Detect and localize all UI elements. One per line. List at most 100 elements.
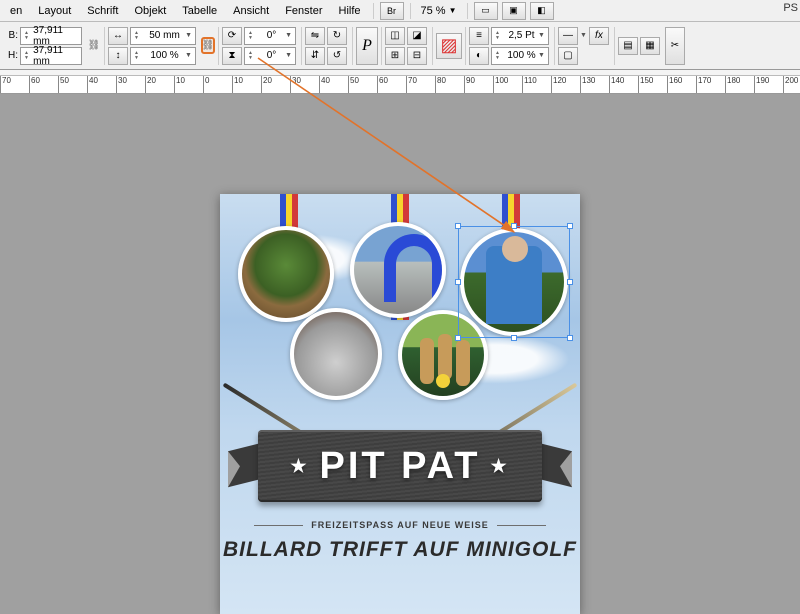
opacity-input[interactable]: ▲▼100 %▼ xyxy=(491,47,549,65)
chevron-down-icon: ▼ xyxy=(285,52,292,59)
shear-icon: ⧗ xyxy=(222,47,242,65)
menu-en[interactable]: en xyxy=(2,3,30,19)
no-fill-swatch[interactable]: ▨ xyxy=(436,33,462,59)
document-page[interactable]: ★PIT PAT★ FREIZEITSPASS AUF NEUE WEISE B… xyxy=(220,194,580,614)
handle[interactable] xyxy=(567,335,573,341)
flip-vertical-button[interactable]: ⇵ xyxy=(305,47,325,65)
chevron-down-icon: ▼ xyxy=(285,32,292,39)
photo-circle-1[interactable] xyxy=(238,226,334,322)
view-mode-button-1[interactable]: ▭ xyxy=(474,2,498,20)
chevron-down-icon: ▼ xyxy=(538,32,545,39)
ruler-tick: 130 xyxy=(580,76,595,94)
handle[interactable] xyxy=(511,335,517,341)
handle[interactable] xyxy=(567,279,573,285)
fill-frame-button[interactable]: ⊟ xyxy=(407,47,427,65)
stroke-weight-input[interactable]: ▲▼2,5 Pt▼ xyxy=(491,27,549,45)
title-banner: ★ PIT PAT ★ xyxy=(242,430,558,502)
stepper-icon: ▲▼ xyxy=(248,31,258,41)
rotate-icon: ⟳ xyxy=(222,27,242,45)
ruler-tick: 120 xyxy=(551,76,566,94)
photo-circle-2[interactable] xyxy=(350,222,446,318)
flyer-title: PIT PAT xyxy=(319,445,480,488)
ruler-tick: 50 xyxy=(58,76,69,94)
chevron-down-icon: ▼ xyxy=(449,6,457,15)
stepper-icon: ▲▼ xyxy=(134,51,144,61)
ruler-tick: 20 xyxy=(145,76,156,94)
select-content-button[interactable]: ◪ xyxy=(407,27,427,45)
constrain-proportions-scale[interactable]: ⛓ xyxy=(201,37,215,54)
menu-layout[interactable]: Layout xyxy=(30,3,79,19)
ps-label: PS xyxy=(783,2,798,14)
view-mode-button-3[interactable]: ◧ xyxy=(530,2,554,20)
zoom-dropdown[interactable]: 75 %▼ xyxy=(421,5,457,17)
separator xyxy=(218,27,219,65)
canvas[interactable]: ★PIT PAT★ FREIZEITSPASS AUF NEUE WEISE B… xyxy=(0,94,800,600)
separator xyxy=(554,27,555,65)
misc-group: —▼fx ▢ xyxy=(558,27,609,65)
handle[interactable] xyxy=(455,335,461,341)
width-value: 37,911 mm xyxy=(33,25,78,47)
opacity-value: 100 % xyxy=(507,50,535,61)
view-mode-button-2[interactable]: ▣ xyxy=(502,2,526,20)
menu-tabelle[interactable]: Tabelle xyxy=(174,3,225,19)
horizontal-ruler[interactable]: 7060504030201001020304050607080901001101… xyxy=(0,76,800,94)
scale-x-icon: ↔ xyxy=(108,27,128,45)
stroke-style-button[interactable]: — xyxy=(558,27,578,45)
rotate-ccw-button[interactable]: ↺ xyxy=(327,47,347,65)
crop-button[interactable]: ✂ xyxy=(665,27,685,65)
zoom-value: 75 % xyxy=(421,5,446,17)
text-wrap-bounding-button[interactable]: ▦ xyxy=(640,37,660,55)
separator xyxy=(410,3,411,19)
handle[interactable] xyxy=(567,223,573,229)
star-icon: ★ xyxy=(491,456,510,477)
control-toolbar: B: ▲▼37,911 mm H: ▲▼37,911 mm ⛓ ↔ ▲▼50 m… xyxy=(0,22,800,70)
menu-ansicht[interactable]: Ansicht xyxy=(225,3,277,19)
ruler-tick: 100 xyxy=(493,76,508,94)
paragraph-style-button[interactable]: P xyxy=(356,27,378,65)
flip-horizontal-button[interactable]: ⇋ xyxy=(305,27,325,45)
width-label: B: xyxy=(4,30,18,41)
flyer-tagline: FREIZEITSPASS AUF NEUE WEISE xyxy=(311,520,489,530)
fit-content-button[interactable]: ⊞ xyxy=(385,47,405,65)
menu-hilfe[interactable]: Hilfe xyxy=(331,3,369,19)
scale-x-input[interactable]: ▲▼50 mm▼ xyxy=(130,27,196,45)
rotate-cw-button[interactable]: ↻ xyxy=(327,27,347,45)
star-icon: ★ xyxy=(290,456,309,477)
stroke-group: ≡ ▲▼2,5 Pt▼ ◐ ▲▼100 %▼ xyxy=(469,27,549,65)
separator xyxy=(352,27,353,65)
chevron-down-icon: ▼ xyxy=(185,52,192,59)
ruler-tick: 30 xyxy=(290,76,301,94)
bridge-button[interactable]: Br xyxy=(380,2,404,20)
drop-shadow-button[interactable]: ▢ xyxy=(558,47,578,65)
shear-input[interactable]: ▲▼0°▼ xyxy=(244,47,296,65)
width-input[interactable]: ▲▼37,911 mm xyxy=(20,27,82,45)
stepper-icon: ▲▼ xyxy=(495,51,505,61)
constrain-proportions-wh[interactable]: ⛓ xyxy=(87,40,101,51)
menu-objekt[interactable]: Objekt xyxy=(126,3,174,19)
separator xyxy=(467,3,468,19)
select-container-button[interactable]: ◫ xyxy=(385,27,405,45)
handle[interactable] xyxy=(455,223,461,229)
scale-y-input[interactable]: ▲▼100 %▼ xyxy=(130,47,196,65)
ruler-tick: 110 xyxy=(522,76,537,94)
handle[interactable] xyxy=(455,279,461,285)
link-icon: ⛓ xyxy=(202,40,215,51)
handle[interactable] xyxy=(511,223,517,229)
chevron-down-icon: ▼ xyxy=(580,32,587,39)
selection-bounding-box[interactable] xyxy=(458,226,570,338)
menu-fenster[interactable]: Fenster xyxy=(277,3,330,19)
ruler-tick: 10 xyxy=(232,76,243,94)
ruler-tick: 70 xyxy=(406,76,417,94)
rotate-group: ⟳ ▲▼0°▼ ⧗ ▲▼0°▼ xyxy=(222,27,296,65)
rotation-input[interactable]: ▲▼0°▼ xyxy=(244,27,296,45)
ruler-tick: 20 xyxy=(261,76,272,94)
ruler-tick: 50 xyxy=(348,76,359,94)
height-input[interactable]: ▲▼37,911 mm xyxy=(20,47,82,65)
stepper-icon: ▲▼ xyxy=(24,51,33,61)
chevron-down-icon: ▼ xyxy=(185,32,192,39)
effects-button[interactable]: fx xyxy=(589,27,609,45)
link-icon: ⛓ xyxy=(88,40,101,51)
text-wrap-none-button[interactable]: ▤ xyxy=(618,37,638,55)
menu-schrift[interactable]: Schrift xyxy=(79,3,126,19)
ruler-tick: 200 xyxy=(783,76,798,94)
